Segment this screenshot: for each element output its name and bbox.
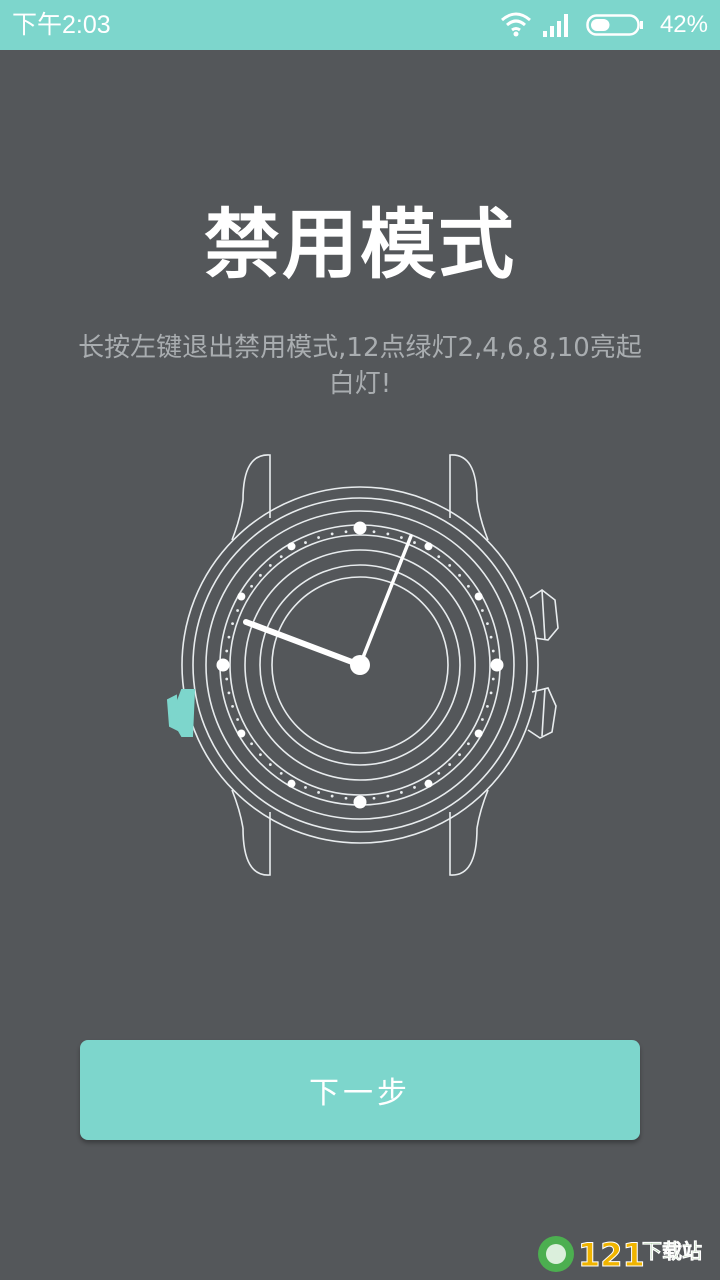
watch-bottom-strap — [242, 812, 271, 876]
watch-top-strap — [242, 454, 271, 518]
page-subtitle: 长按左键退出禁用模式,12点绿灯2,4,6,8,10亮起白灯! — [78, 333, 642, 399]
wifi-icon — [501, 12, 531, 37]
battery-icon — [586, 14, 643, 36]
status-bar: 下午2:03 42% — [0, 0, 720, 50]
site-logo: 121 下载站 — [538, 1236, 702, 1275]
watch-left-button — [166, 689, 196, 737]
next-button[interactable]: 下一步 — [80, 1040, 640, 1140]
watch-bottom-strap — [449, 812, 478, 876]
status-time: 下午2:03 — [12, 11, 111, 39]
watch-top-strap — [449, 454, 478, 518]
page-title: 禁用模式 — [204, 200, 516, 289]
svg-text:121: 121 — [578, 1236, 645, 1274]
signal-icon — [543, 14, 568, 37]
battery-percent: 42% — [659, 11, 708, 38]
watch-illustration — [166, 454, 559, 876]
status-icons: 42% — [448, 9, 708, 41]
svg-text:下载站: 下载站 — [642, 1239, 702, 1263]
